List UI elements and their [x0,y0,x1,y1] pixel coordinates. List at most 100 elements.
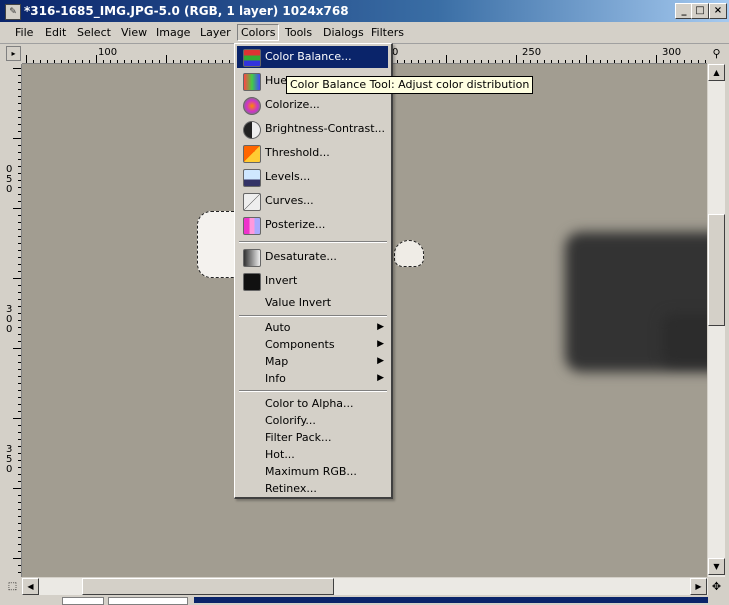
ruler-tick [18,334,21,335]
ruler-tick [18,446,21,447]
ruler-tick [18,292,21,293]
scroll-left-button[interactable]: ◀ [22,578,39,595]
ruler-tick [614,60,615,63]
ruler-tick [670,60,671,63]
menu-item-brightness-contrast[interactable]: Brightness-Contrast... [237,118,388,140]
ruler-tick [47,60,48,63]
menu-layer[interactable]: Layer [197,25,234,40]
ruler-tick [18,306,21,307]
unit-selector[interactable] [62,597,104,605]
ruler-tick [61,60,62,63]
curves-icon [243,193,261,211]
h-ruler-label: 250 [522,47,542,58]
gimp-icon[interactable]: ✎ [5,4,21,20]
menu-item-curves[interactable]: Curves... [237,190,388,212]
menu-tools[interactable]: Tools [282,25,315,40]
ruler-tick [705,60,706,63]
menu-image[interactable]: Image [153,25,193,40]
menu-item-color-balance[interactable]: Color Balance... [237,46,388,68]
ruler-tick [187,60,188,63]
submenu-arrow-icon: ▶ [377,339,384,349]
status-bar [0,596,729,605]
dark-object [662,314,707,364]
menu-colors[interactable]: Colors [237,24,280,41]
ruler-tick [18,509,21,510]
ruler-tick [572,60,573,63]
close-button[interactable]: × [709,3,727,19]
menu-item-colorify[interactable]: Colorify... [237,412,388,429]
ruler-tick [18,271,21,272]
horizontal-scrollbar[interactable]: ◀ ▶ [22,578,708,595]
colors-menu: Color Balance... Hue- Colorize... Bright… [234,43,393,499]
ruler-tick [145,60,146,63]
ruler-tick [18,376,21,377]
ruler-tick [166,55,167,63]
quick-mask-corner-icon[interactable]: ▸ [6,46,21,61]
ruler-tick [551,60,552,63]
ruler-tick [13,278,21,279]
menu-item-value-invert[interactable]: Value Invert [237,292,388,314]
desaturate-icon [243,249,261,267]
ruler-tick [26,55,27,63]
invert-icon [243,273,261,291]
scroll-right-button[interactable]: ▶ [690,578,707,595]
menu-item-invert[interactable]: Invert [237,270,388,292]
menu-view[interactable]: View [118,25,150,40]
vertical-ruler[interactable]: 0 5 0 3 0 0 3 5 0 [4,64,22,577]
scroll-down-button[interactable]: ▼ [708,558,725,575]
menu-item-threshold[interactable]: Threshold... [237,142,388,164]
menu-item-filter-pack[interactable]: Filter Pack... [237,429,388,446]
menu-item-map[interactable]: Map ▶ [237,353,388,370]
menu-item-colorize[interactable]: Colorize... [237,94,388,116]
ruler-tick [18,411,21,412]
ruler-tick [18,194,21,195]
menu-item-components[interactable]: Components ▶ [237,336,388,353]
ruler-tick [13,68,21,69]
ruler-tick [229,60,230,63]
submenu-arrow-icon: ▶ [377,322,384,332]
ruler-tick [474,60,475,63]
menu-item-maximum-rgb[interactable]: Maximum RGB... [237,463,388,480]
horizontal-scroll-thumb[interactable] [82,578,334,595]
menu-item-retinex[interactable]: Retinex... [237,480,388,497]
vertical-scrollbar[interactable]: ▲ ▼ [708,64,725,577]
ruler-tick [18,467,21,468]
quick-mask-icon[interactable]: ⬚ [4,578,21,595]
ruler-tick [13,558,21,559]
ruler-tick [222,60,223,63]
menu-item-color-to-alpha[interactable]: Color to Alpha... [237,395,388,412]
ruler-tick [18,299,21,300]
navigate-icon[interactable]: ✥ [708,578,725,595]
ruler-tick [488,60,489,63]
ruler-tick [565,60,566,63]
menu-dialogs[interactable]: Dialogs [320,25,367,40]
menu-filters[interactable]: Filters [368,25,407,40]
ruler-tick [600,60,601,63]
ruler-tick [40,60,41,63]
ruler-tick [467,60,468,63]
ruler-tick [18,369,21,370]
ruler-tick [18,180,21,181]
menu-item-levels[interactable]: Levels... [237,166,388,188]
ruler-tick [180,60,181,63]
menu-item-auto[interactable]: Auto ▶ [237,319,388,336]
menu-file[interactable]: File [12,25,36,40]
zoom-selector[interactable] [108,597,188,605]
vertical-scroll-thumb[interactable] [708,214,725,326]
ruler-tick [18,75,21,76]
zoom-icon[interactable]: ⚲ [708,45,725,62]
maximize-button[interactable]: □ [691,3,709,19]
ruler-tick [698,60,699,63]
menu-item-hot[interactable]: Hot... [237,446,388,463]
menu-item-info[interactable]: Info ▶ [237,370,388,387]
ruler-tick [425,60,426,63]
window-title: *316-1685_IMG.JPG-5.0 (RGB, 1 layer) 102… [24,4,349,18]
ruler-tick [18,313,21,314]
menu-select[interactable]: Select [74,25,114,40]
ruler-tick [194,60,195,63]
menu-item-desaturate[interactable]: Desaturate... [237,246,388,268]
menu-edit[interactable]: Edit [42,25,69,40]
scroll-up-button[interactable]: ▲ [708,64,725,81]
menu-item-posterize[interactable]: Posterize... [237,214,388,236]
ruler-tick [18,320,21,321]
